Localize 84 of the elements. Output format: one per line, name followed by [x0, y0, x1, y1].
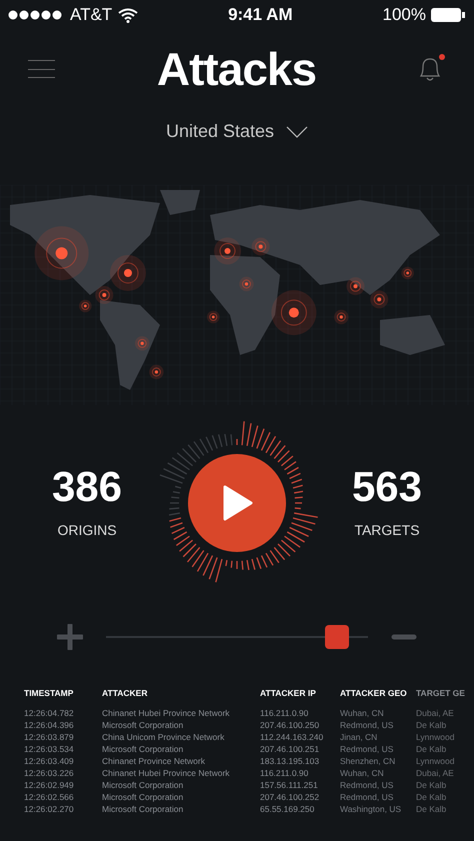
- attack-hotspot-icon: [239, 276, 254, 292]
- table-cell-text: Microsoft Corporation: [102, 742, 184, 756]
- table-cell-text: Chinanet Hubei Province Network: [102, 706, 231, 720]
- table-cell-text: 12:26:04.782: [24, 706, 75, 720]
- signal-icon: [8, 10, 64, 20]
- attack-hotspot-icon: [79, 300, 92, 312]
- table-cell-text: Dubai, AE: [416, 706, 455, 720]
- attack-hotspot-icon: [34, 226, 89, 280]
- origins-label: ORIGINS: [57, 520, 117, 540]
- slider-thumb[interactable]: [324, 625, 349, 649]
- play-icon: [221, 485, 253, 521]
- table-cell-text: De Kalb: [416, 778, 448, 792]
- table-cell-text: 157.56.111.251: [260, 778, 319, 792]
- origins-count: 386: [52, 466, 122, 508]
- carrier-name: AT&T: [70, 4, 112, 26]
- table-cell-text: 207.46.100.251: [260, 742, 320, 756]
- table-cell-text: 112.244.163.240: [260, 730, 324, 744]
- table-cell-text: Microsoft Corporation: [102, 778, 184, 792]
- minus-icon: [391, 634, 417, 640]
- table-cell-text: Chinanet Province Network: [102, 754, 206, 768]
- attack-hotspot-icon: [207, 310, 220, 324]
- table-cell-text: Lynnwood: [416, 754, 456, 768]
- table-cell-text: 12:26:04.396: [24, 718, 75, 732]
- table-cell-text: Redmond, US: [340, 742, 394, 756]
- table-cell-text: Dubai, AE: [416, 766, 455, 780]
- table-cell-text: De Kalb: [416, 790, 448, 804]
- attack-hotspot-icon: [149, 364, 164, 380]
- battery-icon: [430, 7, 466, 23]
- table-cell-text: De Kalb: [416, 742, 448, 756]
- table-cell-text: Redmond, US: [340, 790, 394, 804]
- table-cell-text: 12:26:03.226: [24, 766, 75, 780]
- table-cell-text: De Kalb: [416, 802, 448, 816]
- attack-hotspot-icon: [214, 238, 242, 264]
- table-cell-text: 12:26:02.949: [24, 778, 75, 792]
- table-cell-text: 12:26:03.534: [24, 742, 75, 756]
- table-cell-text: Lynnwood: [416, 730, 456, 744]
- targets-label: TARGETS: [354, 520, 420, 540]
- clock-time: 9:41 AM: [228, 4, 293, 26]
- play-button[interactable]: [188, 454, 286, 552]
- attack-hotspot-icon: [252, 238, 270, 256]
- column-header: ATTACKER GEO: [340, 686, 408, 700]
- page-title: Attacks: [156, 42, 316, 96]
- attack-hotspot-icon: [271, 290, 316, 336]
- attack-hotspot-icon: [370, 290, 388, 308]
- column-header: ATTACKER IP: [260, 686, 317, 700]
- table-cell-text: Washington, US: [340, 802, 402, 816]
- table-cell-text: 116.211.0.90: [260, 706, 310, 720]
- targets-count: 563: [352, 466, 422, 508]
- table-cell-text: Wuhan, CN: [340, 766, 385, 780]
- table-cell-text: 65.55.169.250: [260, 802, 316, 816]
- table-cell-text: Jinan, CN: [340, 730, 378, 744]
- landmass-shape: [380, 315, 445, 355]
- column-header: ATTACKER: [102, 686, 148, 700]
- column-header: TIMESTAMP: [24, 686, 74, 700]
- attack-hotspot-icon: [346, 277, 364, 296]
- wifi-icon: [118, 8, 138, 22]
- table-cell-text: 12:26:03.879: [24, 730, 75, 744]
- table-cell-text: 116.211.0.90: [260, 766, 310, 780]
- chevron-down-icon: [286, 126, 308, 138]
- table-cell-text: Wuhan, CN: [340, 706, 385, 720]
- battery-percent: 100%: [382, 4, 426, 26]
- table-cell-text: Microsoft Corporation: [102, 718, 184, 732]
- attack-hotspot-icon: [334, 310, 348, 324]
- table-cell-text: 12:26:02.566: [24, 790, 75, 804]
- table-cell-text: China Unicom Province Network: [102, 730, 226, 744]
- table-cell-text: Microsoft Corporation: [102, 790, 184, 804]
- table-cell-text: Shenzhen, CN: [340, 754, 396, 768]
- table-cell-text: 12:26:03.409: [24, 754, 75, 768]
- country-dropdown[interactable]: United States: [166, 118, 308, 145]
- menu-button[interactable]: [28, 60, 55, 78]
- table-cell-text: 12:26:02.270: [24, 802, 75, 816]
- zoom-in-button[interactable]: [56, 623, 84, 651]
- table-cell-text: Redmond, US: [340, 778, 394, 792]
- column-header: TARGET GE: [416, 686, 466, 700]
- attack-hotspot-icon: [401, 266, 414, 280]
- table-cell-text: Chinanet Hubei Province Network: [102, 766, 231, 780]
- table-cell-text: Microsoft Corporation: [102, 802, 184, 816]
- table-cell-text: De Kalb: [416, 718, 448, 732]
- table-cell-text: 207.46.100.252: [260, 790, 320, 804]
- plus-icon: [57, 624, 83, 650]
- table-cell-text: 207.46.100.250: [260, 718, 320, 732]
- attack-hotspot-icon: [135, 336, 150, 351]
- table-cell-text: 183.13.195.103: [260, 754, 320, 768]
- table-cell-text: Redmond, US: [340, 718, 394, 732]
